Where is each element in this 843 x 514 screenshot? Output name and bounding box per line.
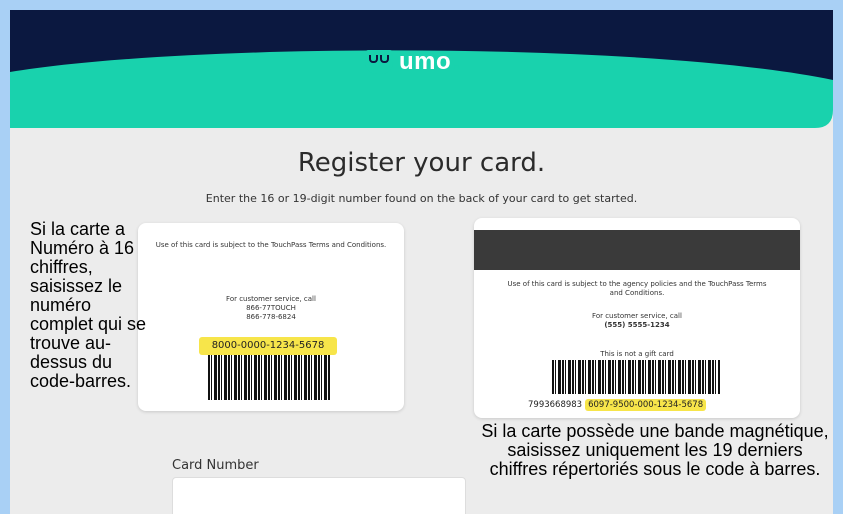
card19-number-highlight: 6097-9500-000-1234-5678 xyxy=(585,399,707,411)
card16-number-highlight: 8000-0000-1234-5678 xyxy=(199,337,337,355)
umo-smile-icon xyxy=(365,50,393,74)
annotation-19-digit: Si la carte possède une bande magnétique… xyxy=(481,421,829,479)
card19-terms: Use of this card is subject to the agenc… xyxy=(507,280,767,297)
card19-barcode xyxy=(552,360,720,394)
magnetic-stripe xyxy=(474,230,800,270)
brand-dot: . xyxy=(453,48,460,75)
card-19-digit-image: Use of this card is subject to the agenc… xyxy=(474,218,800,418)
card19-phone: (555) 5555-1234 xyxy=(604,321,670,329)
card16-barcode xyxy=(208,355,330,400)
card16-terms: Use of this card is subject to the Touch… xyxy=(155,241,387,249)
card-number-label: Card Number xyxy=(172,458,259,473)
card19-number-row: 7993668983 6097-9500-000-1234-5678 xyxy=(528,399,707,411)
card16-phone-1: 866-77TOUCH xyxy=(246,304,296,312)
page-subtitle: Enter the 16 or 19-digit number found on… xyxy=(205,192,638,205)
card19-service-label: For customer service, call xyxy=(592,312,682,320)
card16-phone-2: 866-778-6824 xyxy=(246,313,296,321)
annotation-16-digit: Si la carte a Numéro à 16 chiffres, sais… xyxy=(30,219,147,391)
page-frame: umo . Register your card. Enter the 16 o… xyxy=(10,10,833,514)
card-16-digit-image: Use of this card is subject to the Touch… xyxy=(138,223,404,411)
card-number-input[interactable] xyxy=(172,477,466,514)
umo-logo[interactable]: umo . xyxy=(365,48,460,76)
brand-name: umo xyxy=(399,48,452,75)
card19-gift-note: This is not a gift card xyxy=(600,350,674,358)
page-title: Register your card. xyxy=(297,148,546,178)
card19-prefix: 7993668983 xyxy=(528,400,583,410)
header: umo . xyxy=(10,10,833,128)
card16-service-label: For customer service, call xyxy=(226,295,316,303)
